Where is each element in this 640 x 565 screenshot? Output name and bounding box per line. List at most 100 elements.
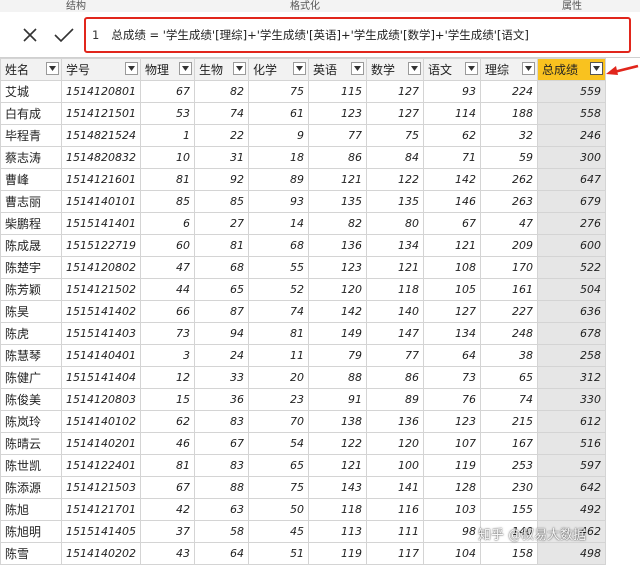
table-cell[interactable]: 113 [308, 520, 367, 543]
table-cell[interactable]: 45 [248, 520, 309, 543]
table-cell[interactable]: 66 [140, 300, 195, 323]
table-cell[interactable]: 559 [537, 80, 606, 103]
table-cell[interactable]: 陈虎 [0, 322, 62, 345]
table-cell[interactable]: 65 [480, 366, 538, 389]
column-header-5[interactable]: 英语 [308, 58, 367, 81]
table-cell[interactable]: 44 [140, 278, 195, 301]
table-cell[interactable]: 141 [366, 476, 424, 499]
table-cell[interactable]: 93 [423, 80, 481, 103]
table-cell[interactable]: 67 [194, 432, 249, 455]
table-row[interactable]: 陈晴云 1514140201 46 67 54 122 120 107 167 516 [0, 432, 606, 455]
table-cell[interactable]: 53 [140, 102, 195, 125]
table-cell[interactable]: 37 [140, 520, 195, 543]
table-cell[interactable]: 117 [366, 542, 424, 565]
table-cell[interactable]: 18 [248, 146, 309, 169]
table-cell[interactable]: 263 [480, 190, 538, 213]
table-cell[interactable]: 498 [537, 542, 606, 565]
table-cell[interactable]: 70 [248, 410, 309, 433]
table-cell[interactable]: 85 [194, 190, 249, 213]
table-cell[interactable]: 1514140202 [61, 542, 141, 565]
table-cell[interactable]: 9 [248, 124, 309, 147]
ribbon-group-structure[interactable]: 结构 [66, 0, 86, 12]
table-cell[interactable]: 116 [366, 498, 424, 521]
table-cell[interactable]: 51 [248, 542, 309, 565]
table-cell[interactable]: 42 [140, 498, 195, 521]
column-header-3[interactable]: 生物 [194, 58, 249, 81]
table-cell[interactable]: 276 [537, 212, 606, 235]
table-cell[interactable]: 74 [248, 300, 309, 323]
filter-dropdown-button[interactable] [233, 62, 246, 75]
table-cell[interactable]: 20 [248, 366, 309, 389]
table-cell[interactable]: 114 [423, 102, 481, 125]
table-cell[interactable]: 1515141401 [61, 212, 141, 235]
table-row[interactable]: 艾城 1514120801 67 82 75 115 127 93 224 559 [0, 80, 606, 103]
table-cell[interactable]: 123 [423, 410, 481, 433]
table-cell[interactable]: 68 [194, 256, 249, 279]
table-cell[interactable]: 陈成晟 [0, 234, 62, 257]
table-cell[interactable]: 54 [248, 432, 309, 455]
table-cell[interactable]: 67 [423, 212, 481, 235]
table-cell[interactable]: 毕程青 [0, 124, 62, 147]
table-cell[interactable]: 84 [366, 146, 424, 169]
table-cell[interactable]: 123 [308, 256, 367, 279]
table-cell[interactable]: 134 [366, 234, 424, 257]
table-cell[interactable]: 118 [366, 278, 424, 301]
table-cell[interactable]: 75 [366, 124, 424, 147]
table-cell[interactable]: 47 [140, 256, 195, 279]
table-cell[interactable]: 612 [537, 410, 606, 433]
table-cell[interactable]: 103 [423, 498, 481, 521]
table-cell[interactable]: 161 [480, 278, 538, 301]
column-header-7[interactable]: 语文 [423, 58, 481, 81]
table-cell[interactable]: 81 [248, 322, 309, 345]
table-cell[interactable]: 118 [308, 498, 367, 521]
table-cell[interactable]: 79 [308, 344, 367, 367]
table-cell[interactable]: 85 [140, 190, 195, 213]
table-cell[interactable]: 陈旭 [0, 498, 62, 521]
table-row[interactable]: 陈慧琴 1514140401 3 24 11 79 77 64 38 258 [0, 344, 606, 367]
table-cell[interactable]: 1514120802 [61, 256, 141, 279]
ribbon-group-formatting[interactable]: 格式化 [290, 0, 320, 12]
table-cell[interactable]: 258 [537, 344, 606, 367]
table-cell[interactable]: 陈俊美 [0, 388, 62, 411]
table-cell[interactable]: 142 [308, 300, 367, 323]
table-cell[interactable]: 38 [480, 344, 538, 367]
table-cell[interactable]: 121 [366, 256, 424, 279]
ribbon-group-properties[interactable]: 属性 [562, 0, 582, 12]
table-cell[interactable]: 100 [366, 454, 424, 477]
table-cell[interactable]: 679 [537, 190, 606, 213]
table-cell[interactable]: 82 [308, 212, 367, 235]
table-cell[interactable]: 10 [140, 146, 195, 169]
table-cell[interactable]: 59 [480, 146, 538, 169]
table-row[interactable]: 曹志丽 1514140101 85 85 93 135 135 146 263 679 [0, 190, 606, 213]
table-cell[interactable]: 82 [194, 80, 249, 103]
table-cell[interactable]: 75 [248, 476, 309, 499]
table-cell[interactable]: 122 [366, 168, 424, 191]
table-cell[interactable]: 陈昊 [0, 300, 62, 323]
table-cell[interactable]: 136 [366, 410, 424, 433]
table-cell[interactable]: 92 [194, 168, 249, 191]
table-cell[interactable]: 1515141403 [61, 322, 141, 345]
table-cell[interactable]: 119 [423, 454, 481, 477]
table-cell[interactable]: 50 [248, 498, 309, 521]
table-row[interactable]: 陈雪 1514140202 43 64 51 119 117 104 158 498 [0, 542, 606, 565]
table-cell[interactable]: 89 [248, 168, 309, 191]
table-row[interactable]: 陈虎 1515141403 73 94 81 149 147 134 248 678 [0, 322, 606, 345]
table-cell[interactable]: 60 [140, 234, 195, 257]
filter-dropdown-button[interactable] [351, 62, 364, 75]
table-cell[interactable]: 138 [308, 410, 367, 433]
table-cell[interactable]: 155 [480, 498, 538, 521]
table-cell[interactable]: 312 [537, 366, 606, 389]
table-row[interactable]: 蔡志涛 1514820832 10 31 18 86 84 71 59 300 [0, 146, 606, 169]
table-cell[interactable]: 3 [140, 344, 195, 367]
table-cell[interactable]: 陈添源 [0, 476, 62, 499]
table-cell[interactable]: 1514120803 [61, 388, 141, 411]
table-cell[interactable]: 1514121501 [61, 102, 141, 125]
table-cell[interactable]: 陈健广 [0, 366, 62, 389]
table-cell[interactable]: 62 [423, 124, 481, 147]
table-cell[interactable]: 32 [480, 124, 538, 147]
table-cell[interactable]: 93 [248, 190, 309, 213]
table-cell[interactable]: 516 [537, 432, 606, 455]
table-cell[interactable]: 87 [194, 300, 249, 323]
table-cell[interactable]: 12 [140, 366, 195, 389]
table-cell[interactable]: 111 [366, 520, 424, 543]
